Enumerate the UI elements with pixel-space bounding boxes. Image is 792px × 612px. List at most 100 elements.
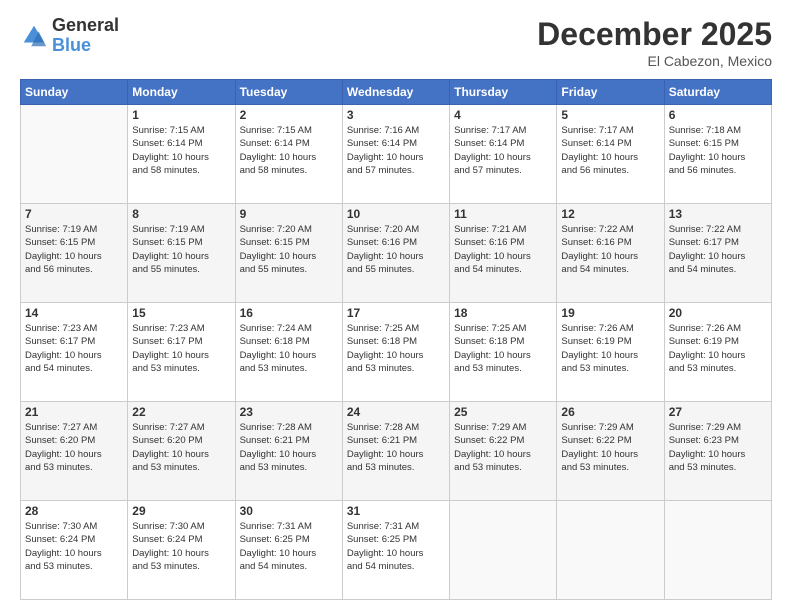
- day-info: Sunrise: 7:21 AM Sunset: 6:16 PM Dayligh…: [454, 223, 552, 276]
- logo-general: General: [52, 16, 119, 36]
- calendar-day-header: Wednesday: [342, 80, 449, 105]
- day-info: Sunrise: 7:25 AM Sunset: 6:18 PM Dayligh…: [454, 322, 552, 375]
- calendar-cell: 1 Sunrise: 7:15 AM Sunset: 6:14 PM Daylig…: [128, 105, 235, 204]
- calendar-cell: [450, 501, 557, 600]
- day-number: 31: [347, 504, 445, 518]
- day-number: 10: [347, 207, 445, 221]
- day-info: Sunrise: 7:28 AM Sunset: 6:21 PM Dayligh…: [347, 421, 445, 474]
- day-info: Sunrise: 7:29 AM Sunset: 6:23 PM Dayligh…: [669, 421, 767, 474]
- day-number: 19: [561, 306, 659, 320]
- calendar-cell: 26Sunrise: 7:29 AM Sunset: 6:22 PM Dayli…: [557, 402, 664, 501]
- calendar-cell: 6Sunrise: 7:18 AM Sunset: 6:15 PM Daylig…: [664, 105, 771, 204]
- page: General Blue December 2025 El Cabezon, M…: [0, 0, 792, 612]
- day-info: Sunrise: 7:22 AM Sunset: 6:17 PM Dayligh…: [669, 223, 767, 276]
- calendar-cell: 3 Sunrise: 7:16 AM Sunset: 6:14 PM Daylig…: [342, 105, 449, 204]
- calendar-cell: [21, 105, 128, 204]
- calendar-cell: 25 Sunrise: 7:29 AM Sunset: 6:22 PM Dayli…: [450, 402, 557, 501]
- calendar-cell: 29Sunrise: 7:30 AM Sunset: 6:24 PM Dayli…: [128, 501, 235, 600]
- day-number: 18: [454, 306, 552, 320]
- calendar-cell: 23 Sunrise: 7:28 AM Sunset: 6:21 PM Dayli…: [235, 402, 342, 501]
- calendar-cell: 24Sunrise: 7:28 AM Sunset: 6:21 PM Dayli…: [342, 402, 449, 501]
- day-info: Sunrise: 7:28 AM Sunset: 6:21 PM Dayligh…: [240, 421, 338, 474]
- day-number: 8: [132, 207, 230, 221]
- logo-icon: [20, 22, 48, 50]
- day-info: Sunrise: 7:29 AM Sunset: 6:22 PM Dayligh…: [454, 421, 552, 474]
- header: General Blue December 2025 El Cabezon, M…: [20, 16, 772, 69]
- day-info: Sunrise: 7:20 AM Sunset: 6:16 PM Dayligh…: [347, 223, 445, 276]
- calendar-week-row: 28 Sunrise: 7:30 AM Sunset: 6:24 PM Dayli…: [21, 501, 772, 600]
- day-number: 27: [669, 405, 767, 419]
- logo-text: General Blue: [52, 16, 119, 56]
- day-number: 1: [132, 108, 230, 122]
- day-info: Sunrise: 7:15 AM Sunset: 6:14 PM Dayligh…: [240, 124, 338, 177]
- day-number: 25: [454, 405, 552, 419]
- logo: General Blue: [20, 16, 119, 56]
- calendar-day-header: Thursday: [450, 80, 557, 105]
- day-number: 28: [25, 504, 123, 518]
- day-info: Sunrise: 7:20 AM Sunset: 6:15 PM Dayligh…: [240, 223, 338, 276]
- day-info: Sunrise: 7:22 AM Sunset: 6:16 PM Dayligh…: [561, 223, 659, 276]
- day-number: 5: [561, 108, 659, 122]
- calendar-header-row: SundayMondayTuesdayWednesdayThursdayFrid…: [21, 80, 772, 105]
- location: El Cabezon, Mexico: [537, 53, 772, 69]
- calendar-day-header: Monday: [128, 80, 235, 105]
- day-info: Sunrise: 7:26 AM Sunset: 6:19 PM Dayligh…: [561, 322, 659, 375]
- calendar-week-row: 7 Sunrise: 7:19 AM Sunset: 6:15 PM Daylig…: [21, 204, 772, 303]
- calendar-week-row: 1 Sunrise: 7:15 AM Sunset: 6:14 PM Daylig…: [21, 105, 772, 204]
- calendar-cell: 22Sunrise: 7:27 AM Sunset: 6:20 PM Dayli…: [128, 402, 235, 501]
- calendar-day-header: Sunday: [21, 80, 128, 105]
- logo-blue: Blue: [52, 36, 119, 56]
- day-info: Sunrise: 7:27 AM Sunset: 6:20 PM Dayligh…: [132, 421, 230, 474]
- day-number: 3: [347, 108, 445, 122]
- calendar-day-header: Friday: [557, 80, 664, 105]
- day-info: Sunrise: 7:31 AM Sunset: 6:25 PM Dayligh…: [347, 520, 445, 573]
- day-number: 21: [25, 405, 123, 419]
- calendar-cell: 10 Sunrise: 7:20 AM Sunset: 6:16 PM Dayli…: [342, 204, 449, 303]
- day-number: 2: [240, 108, 338, 122]
- day-number: 23: [240, 405, 338, 419]
- calendar-cell: 2 Sunrise: 7:15 AM Sunset: 6:14 PM Daylig…: [235, 105, 342, 204]
- calendar-cell: 12 Sunrise: 7:22 AM Sunset: 6:16 PM Dayli…: [557, 204, 664, 303]
- calendar-cell: 14Sunrise: 7:23 AM Sunset: 6:17 PM Dayli…: [21, 303, 128, 402]
- calendar-cell: 8 Sunrise: 7:19 AM Sunset: 6:15 PM Daylig…: [128, 204, 235, 303]
- calendar-day-header: Saturday: [664, 80, 771, 105]
- day-info: Sunrise: 7:23 AM Sunset: 6:17 PM Dayligh…: [132, 322, 230, 375]
- day-info: Sunrise: 7:31 AM Sunset: 6:25 PM Dayligh…: [240, 520, 338, 573]
- calendar-cell: 5Sunrise: 7:17 AM Sunset: 6:14 PM Daylig…: [557, 105, 664, 204]
- day-number: 12: [561, 207, 659, 221]
- day-info: Sunrise: 7:30 AM Sunset: 6:24 PM Dayligh…: [132, 520, 230, 573]
- calendar-cell: 13 Sunrise: 7:22 AM Sunset: 6:17 PM Dayli…: [664, 204, 771, 303]
- day-number: 7: [25, 207, 123, 221]
- calendar-day-header: Tuesday: [235, 80, 342, 105]
- calendar-cell: 16Sunrise: 7:24 AM Sunset: 6:18 PM Dayli…: [235, 303, 342, 402]
- day-number: 16: [240, 306, 338, 320]
- calendar-cell: 7 Sunrise: 7:19 AM Sunset: 6:15 PM Daylig…: [21, 204, 128, 303]
- day-number: 4: [454, 108, 552, 122]
- day-info: Sunrise: 7:25 AM Sunset: 6:18 PM Dayligh…: [347, 322, 445, 375]
- calendar-cell: 21Sunrise: 7:27 AM Sunset: 6:20 PM Dayli…: [21, 402, 128, 501]
- month-title: December 2025: [537, 16, 772, 53]
- calendar-week-row: 14 Sunrise: 7:23 AM Sunset: 6:17 PM Dayli…: [21, 303, 772, 402]
- day-info: Sunrise: 7:29 AM Sunset: 6:22 PM Dayligh…: [561, 421, 659, 474]
- calendar-cell: 15Sunrise: 7:23 AM Sunset: 6:17 PM Dayli…: [128, 303, 235, 402]
- calendar-cell: 31 Sunrise: 7:31 AM Sunset: 6:25 PM Dayli…: [342, 501, 449, 600]
- day-info: Sunrise: 7:30 AM Sunset: 6:24 PM Dayligh…: [25, 520, 123, 573]
- day-number: 30: [240, 504, 338, 518]
- calendar-table: SundayMondayTuesdayWednesdayThursdayFrid…: [20, 79, 772, 600]
- calendar-cell: 4Sunrise: 7:17 AM Sunset: 6:14 PM Daylig…: [450, 105, 557, 204]
- calendar-cell: 19 Sunrise: 7:26 AM Sunset: 6:19 PM Dayli…: [557, 303, 664, 402]
- day-number: 13: [669, 207, 767, 221]
- day-number: 17: [347, 306, 445, 320]
- day-info: Sunrise: 7:15 AM Sunset: 6:14 PM Dayligh…: [132, 124, 230, 177]
- calendar-cell: 18 Sunrise: 7:25 AM Sunset: 6:18 PM Dayli…: [450, 303, 557, 402]
- calendar-cell: [557, 501, 664, 600]
- calendar-cell: 11 Sunrise: 7:21 AM Sunset: 6:16 PM Dayli…: [450, 204, 557, 303]
- calendar-cell: [664, 501, 771, 600]
- day-info: Sunrise: 7:26 AM Sunset: 6:19 PM Dayligh…: [669, 322, 767, 375]
- day-number: 14: [25, 306, 123, 320]
- day-number: 11: [454, 207, 552, 221]
- day-info: Sunrise: 7:16 AM Sunset: 6:14 PM Dayligh…: [347, 124, 445, 177]
- day-number: 9: [240, 207, 338, 221]
- day-info: Sunrise: 7:19 AM Sunset: 6:15 PM Dayligh…: [132, 223, 230, 276]
- day-info: Sunrise: 7:19 AM Sunset: 6:15 PM Dayligh…: [25, 223, 123, 276]
